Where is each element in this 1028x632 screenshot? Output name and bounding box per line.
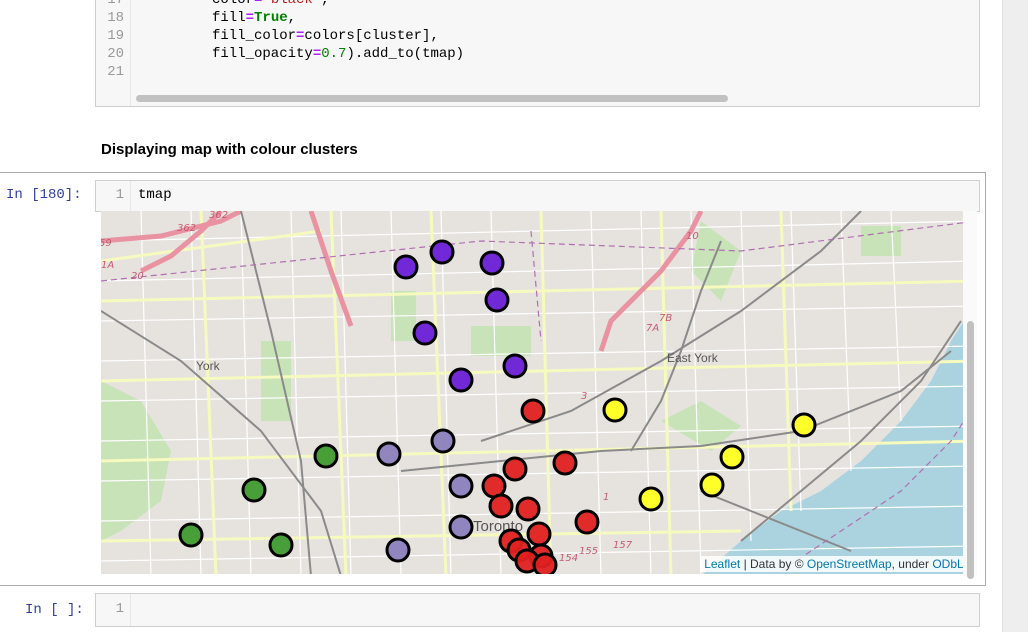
cluster-marker-lavender[interactable] xyxy=(385,537,411,563)
road-label: 157 xyxy=(613,540,633,551)
road-label: 1 xyxy=(603,492,609,503)
cluster-marker-red[interactable] xyxy=(520,398,546,424)
cluster-marker-yellow[interactable] xyxy=(791,412,817,438)
code-cell-input[interactable]: 17 color='black', 18 fill=True, 19 fill_color… xyxy=(95,0,980,107)
map-cell-input[interactable]: 1 tmap xyxy=(95,180,980,212)
cluster-marker-purple[interactable] xyxy=(502,353,528,379)
cluster-marker-lavender[interactable] xyxy=(448,514,474,540)
code-token: colors[cluster], xyxy=(304,28,439,44)
code-token: , xyxy=(321,0,330,8)
odbl-link[interactable]: ODbL. xyxy=(932,557,967,571)
cluster-marker-red[interactable] xyxy=(552,450,578,476)
map-canvas[interactable]: 362 362 59 1A 20 10 7B 7A 3 1 155 157 15… xyxy=(101,211,977,574)
code-line: 19 fill_color=colors[cluster], xyxy=(96,27,979,45)
road-label: 7A xyxy=(646,323,659,334)
cluster-marker-green[interactable] xyxy=(178,522,204,548)
openstreetmap-link[interactable]: OpenStreetMap xyxy=(807,557,892,571)
cluster-marker-green[interactable] xyxy=(241,477,267,503)
cluster-marker-yellow[interactable] xyxy=(719,444,745,470)
code-token: fill_color xyxy=(212,28,297,44)
code-token: 0.7 xyxy=(321,46,347,62)
line-number: 1 xyxy=(115,601,124,617)
road-label: 10 xyxy=(686,231,699,242)
code-text: fill=True, xyxy=(212,9,296,27)
cluster-marker-purple[interactable] xyxy=(412,320,438,346)
map-output[interactable]: 362 362 59 1A 20 10 7B 7A 3 1 155 157 15… xyxy=(101,211,977,574)
line-number: 21 xyxy=(107,64,124,80)
line-number: 1 xyxy=(115,187,124,203)
cluster-marker-green[interactable] xyxy=(268,532,294,558)
cluster-marker-lavender[interactable] xyxy=(430,428,456,454)
code-token: = xyxy=(245,10,255,26)
horizontal-scrollbar-thumb[interactable] xyxy=(136,95,728,102)
road-label: 362 xyxy=(177,223,196,234)
attribution-text: , under xyxy=(891,557,933,571)
vertical-scrollbar-thumb[interactable] xyxy=(967,321,974,579)
code-line: 17 color='black', xyxy=(96,0,979,9)
cluster-marker-lavender[interactable] xyxy=(376,441,402,467)
cluster-marker-yellow[interactable] xyxy=(638,486,664,512)
line-number: 20 xyxy=(107,46,124,62)
code-line: 21 xyxy=(96,63,979,81)
cluster-marker-purple[interactable] xyxy=(484,287,510,313)
road-label: 154 xyxy=(559,553,578,564)
cluster-marker-green[interactable] xyxy=(313,443,339,469)
horizontal-scrollbar[interactable] xyxy=(136,95,976,104)
road-label: 3 xyxy=(581,391,587,402)
leaflet-link[interactable]: Leaflet xyxy=(704,557,740,571)
cluster-marker-red[interactable] xyxy=(515,496,541,522)
code-line: 18 fill=True, xyxy=(96,9,979,27)
cluster-marker-yellow[interactable] xyxy=(699,472,725,498)
code-token: fill_opacity xyxy=(212,46,313,62)
cluster-marker-red[interactable] xyxy=(532,552,558,574)
cluster-marker-purple[interactable] xyxy=(393,254,419,280)
empty-cell-input[interactable]: 1 xyxy=(95,593,980,627)
road-label: 20 xyxy=(131,271,144,282)
road-label: 155 xyxy=(579,546,598,557)
empty-cell-prompt: In [ ]: xyxy=(25,602,84,618)
code-token: , xyxy=(287,10,297,26)
cluster-marker-red[interactable] xyxy=(502,456,528,482)
code-text: fill_color=colors[cluster], xyxy=(212,27,439,45)
cluster-marker-purple[interactable] xyxy=(479,250,505,276)
page-scrollbar[interactable] xyxy=(1002,0,1028,632)
cluster-marker-red[interactable] xyxy=(526,521,552,547)
notebook-area: 17 color='black', 18 fill=True, 19 fill_color… xyxy=(0,0,1002,632)
code-token: = xyxy=(312,46,322,62)
code-token: color xyxy=(212,0,255,8)
line-number: 19 xyxy=(107,28,124,44)
road-label: 59 xyxy=(101,238,112,249)
line-number: 17 xyxy=(107,0,124,8)
code-line: 20 fill_opacity=0.7).add_to(tmap) xyxy=(96,45,979,63)
code-text: fill_opacity=0.7).add_to(tmap) xyxy=(212,45,464,63)
output-vertical-scrollbar[interactable] xyxy=(963,211,977,579)
road-label: 362 xyxy=(209,211,228,221)
cell-code: tmap xyxy=(138,187,172,203)
cluster-marker-purple[interactable] xyxy=(448,367,474,393)
cluster-marker-yellow[interactable] xyxy=(602,397,628,423)
code-token: True xyxy=(254,10,288,26)
map-attribution: Leaflet | Data by © OpenStreetMap, under… xyxy=(700,556,971,572)
line-number: 18 xyxy=(107,10,124,26)
cluster-marker-purple[interactable] xyxy=(429,239,455,265)
input-prompt: In [180]: xyxy=(6,187,82,203)
code-text: color='black', xyxy=(212,0,330,9)
code-token: 'black' xyxy=(262,0,322,8)
place-label-york: York xyxy=(196,359,221,373)
place-label-east-york: East York xyxy=(667,351,719,365)
code-token: fill xyxy=(212,10,246,26)
attribution-text: | Data by © xyxy=(740,557,807,571)
cluster-marker-red[interactable] xyxy=(574,509,600,535)
road-label: 1A xyxy=(101,260,114,271)
markdown-heading: Displaying map with colour clusters xyxy=(101,141,358,158)
code-token: ).add_to(tmap) xyxy=(346,46,465,62)
cluster-marker-red[interactable] xyxy=(488,493,514,519)
cluster-marker-lavender[interactable] xyxy=(448,473,474,499)
road-label: 7B xyxy=(659,313,672,324)
